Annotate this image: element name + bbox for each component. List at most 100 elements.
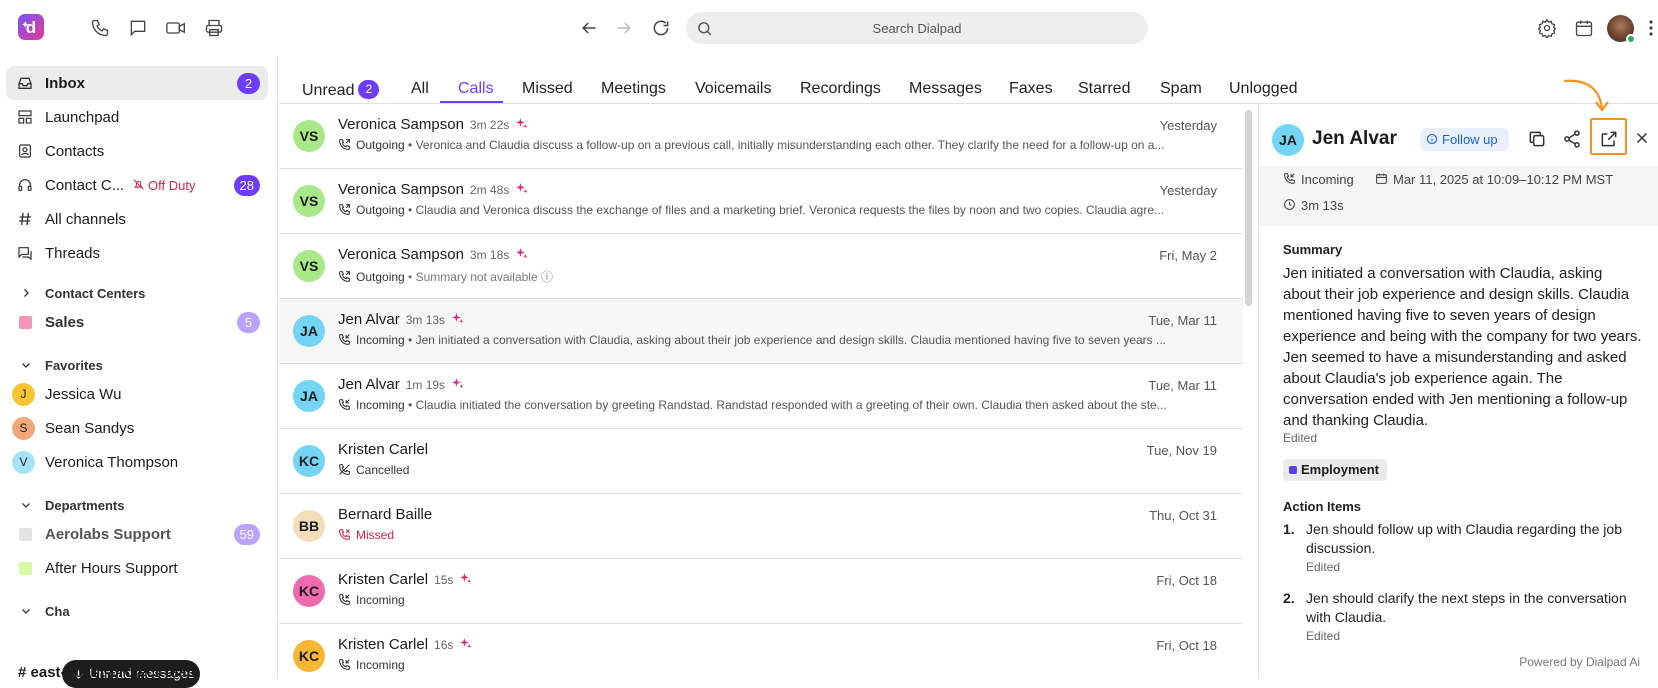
- message-icon[interactable]: [128, 18, 148, 38]
- sidebar-item-all-channels[interactable]: All channels: [6, 202, 268, 236]
- tab-all[interactable]: All: [411, 80, 429, 98]
- call-list-scrollbar[interactable]: [1245, 110, 1252, 306]
- contact-name[interactable]: Jen Alvar: [1312, 128, 1397, 150]
- ai-sparkle-icon: [452, 313, 464, 324]
- topic-tag[interactable]: Employment: [1283, 459, 1388, 481]
- favorite-name: Jessica Wu: [45, 386, 122, 403]
- ai-sparkle-icon: [516, 118, 528, 129]
- dialpad-logo[interactable]: ✦ d: [18, 14, 44, 40]
- call-date: Thu, Oct 31: [1149, 508, 1217, 523]
- sidebar-item-sales[interactable]: Sales 5: [6, 305, 268, 339]
- copy-icon[interactable]: [1527, 129, 1547, 149]
- headset-icon: [17, 177, 33, 193]
- chevron-down-icon: [22, 503, 30, 508]
- sidebar-item-threads[interactable]: Threads: [6, 236, 268, 270]
- call-row[interactable]: VS Veronica Sampson 2m 48s Yesterday Outg…: [279, 169, 1243, 234]
- favorite-veronica-thompson[interactable]: V Veronica Thompson: [6, 445, 268, 479]
- tab-unlogged[interactable]: Unlogged: [1229, 80, 1298, 98]
- tab-recordings[interactable]: Recordings: [800, 80, 881, 98]
- call-list: VS Veronica Sampson 3m 22s Yesterday Outg…: [279, 104, 1243, 678]
- cancelled-call-icon: [339, 464, 350, 475]
- search-input[interactable]: Search Dialpad: [686, 12, 1148, 44]
- call-row[interactable]: BB Bernard Baille Thu, Oct 31 Missed: [279, 494, 1243, 559]
- channel-item-partial[interactable]: # east-coast-project-team: [18, 664, 200, 681]
- caller-name: Kristen Carlel: [338, 441, 429, 458]
- avatar: KC: [293, 445, 325, 477]
- share-icon[interactable]: [1562, 129, 1582, 149]
- call-row[interactable]: VS Veronica Sampson 3m 18s Fri, May 2 Out…: [279, 234, 1243, 299]
- sidebar-item-contact-center[interactable]: Contact C... Off Duty 28: [6, 168, 268, 202]
- forward-arrow-icon[interactable]: [614, 18, 634, 38]
- call-row[interactable]: JA Jen Alvar 1m 19s Tue, Mar 11 Incoming …: [279, 364, 1243, 429]
- caller-name: Jen Alvar 3m 13s: [338, 311, 464, 328]
- favorite-sean-sandys[interactable]: S Sean Sandys: [6, 411, 268, 445]
- follow-up-button[interactable]: Follow up: [1420, 128, 1509, 151]
- tab-calls[interactable]: Calls: [458, 80, 494, 98]
- call-date: Fri, Oct 18: [1156, 638, 1217, 653]
- more-options-icon[interactable]: [1648, 18, 1654, 38]
- powered-by-label: Powered by Dialpad Ai: [1519, 655, 1640, 669]
- outgoing-call-icon: [339, 204, 350, 215]
- user-avatar[interactable]: [1607, 15, 1636, 44]
- action-item[interactable]: 2. Jen should clarify the next steps in …: [1283, 589, 1643, 646]
- incoming-call-icon: [339, 334, 350, 345]
- unread-count-badge: 2: [237, 73, 260, 94]
- ai-sparkle-icon: [516, 248, 528, 259]
- caller-name: Bernard Baille: [338, 506, 433, 523]
- inbox-icon: [17, 75, 33, 91]
- call-row[interactable]: KC Kristen Carlel 15s Fri, Oct 18 Incomin…: [279, 559, 1243, 624]
- tab-voicemails[interactable]: Voicemails: [695, 80, 771, 98]
- incoming-call-icon: [339, 399, 350, 410]
- sidebar-item-launchpad[interactable]: Launchpad: [6, 100, 268, 134]
- call-summary-line: Outgoing • Veronica and Claudia discuss …: [338, 138, 1218, 152]
- call-row[interactable]: VS Veronica Sampson 3m 22s Yesterday Outg…: [279, 104, 1243, 169]
- off-duty-status[interactable]: Off Duty: [133, 178, 195, 193]
- action-items-list: 1. Jen should follow up with Claudia reg…: [1283, 520, 1643, 646]
- active-tab-indicator: [440, 101, 503, 103]
- avatar: V: [12, 451, 35, 474]
- close-icon[interactable]: [1633, 129, 1653, 149]
- video-icon[interactable]: [165, 18, 185, 38]
- gear-icon[interactable]: [1537, 18, 1557, 38]
- refresh-icon[interactable]: [651, 18, 671, 38]
- sidebar-item-contacts[interactable]: Contacts: [6, 134, 268, 168]
- avatar: KC: [293, 640, 325, 672]
- contacts-icon: [17, 143, 33, 159]
- tab-starred[interactable]: Starred: [1078, 80, 1130, 98]
- tab-spam[interactable]: Spam: [1160, 80, 1202, 98]
- action-item[interactable]: 1. Jen should follow up with Claudia reg…: [1283, 520, 1643, 577]
- tab-faxes[interactable]: Faxes: [1009, 80, 1053, 98]
- tab-unread[interactable]: Unread 2: [302, 80, 380, 100]
- back-arrow-icon[interactable]: [579, 18, 599, 38]
- call-datetime: Mar 11, 2025 at 10:09–10:12 PM MST: [1376, 172, 1613, 187]
- tab-meetings[interactable]: Meetings: [601, 80, 666, 98]
- favorite-jessica-wu[interactable]: J Jessica Wu: [6, 377, 268, 411]
- caller-name: Kristen Carlel 15s: [338, 571, 472, 588]
- sidebar-item-label: Aerolabs Support: [45, 526, 171, 543]
- ai-sparkle-icon: [460, 638, 472, 649]
- top-bar: ✦ d Search Dialpad: [0, 0, 1658, 56]
- calendar-icon: [1376, 173, 1387, 184]
- call-row[interactable]: KC Kristen Carlel 16s Fri, Oct 18 Incomin…: [279, 624, 1243, 678]
- print-icon[interactable]: [204, 18, 224, 38]
- open-external-icon[interactable]: [1599, 129, 1619, 149]
- sidebar-item-after-hours-support[interactable]: After Hours Support: [6, 551, 268, 585]
- calendar-icon[interactable]: [1574, 18, 1594, 38]
- sidebar-item-inbox[interactable]: Inbox 2: [6, 66, 268, 100]
- sidebar-item-label: Inbox: [45, 75, 85, 92]
- call-row-selected[interactable]: JA Jen Alvar 3m 13s Tue, Mar 11 Incoming …: [279, 299, 1243, 364]
- sidebar-item-label: Contact C...: [45, 177, 125, 194]
- avatar: KC: [293, 575, 325, 607]
- tab-messages[interactable]: Messages: [909, 80, 982, 98]
- tab-missed[interactable]: Missed: [522, 80, 573, 98]
- inbox-tabs: Unread 2 All Calls Missed Meetings Voicem…: [279, 56, 1658, 104]
- sales-color-swatch: [19, 316, 32, 329]
- chevron-down-icon: [22, 363, 30, 368]
- sidebar-item-aerolabs-support[interactable]: Aerolabs Support 59: [6, 517, 268, 551]
- ai-sparkle-icon: [516, 183, 528, 194]
- call-row[interactable]: KC Kristen Carlel Tue, Nov 19 Cancelled: [279, 429, 1243, 494]
- phone-icon[interactable]: [90, 18, 110, 38]
- call-date: Fri, May 2: [1159, 248, 1217, 263]
- avatar: VS: [293, 185, 325, 217]
- call-status-line: Cancelled: [338, 463, 1218, 477]
